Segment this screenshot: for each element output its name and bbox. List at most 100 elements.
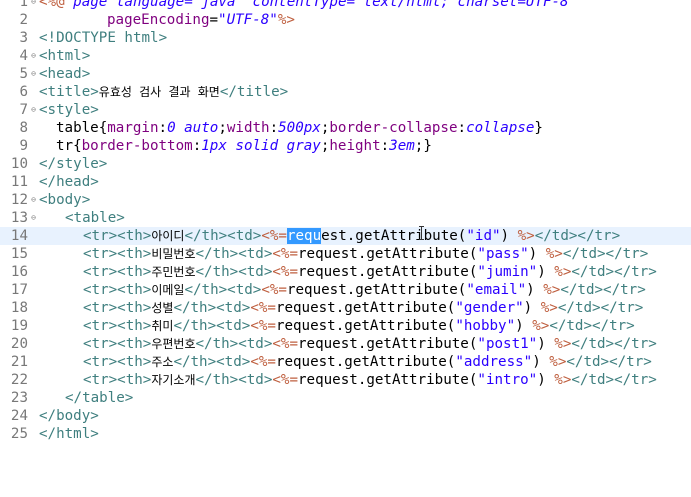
code-line-current[interactable]: 14 <tr><th>아이디</th><td><%=request.getAtt… [0, 227, 691, 245]
colon: : [457, 120, 467, 136]
fold-collapse-icon[interactable]: ⊖ [31, 106, 36, 114]
method-call: .getAttribute( [357, 264, 478, 280]
code-line[interactable]: 20 <tr><th>우편번호</th><td><%=request.getAt… [0, 335, 691, 353]
html-tag: </body> [39, 408, 99, 424]
line-number: 6 [19, 84, 28, 100]
brace: { [98, 120, 108, 136]
code-line[interactable]: 19 <tr><th>취미</th><td><%=request.getAttr… [0, 317, 691, 335]
colon: : [158, 120, 168, 136]
jsp-expression-open: <%= [272, 246, 299, 262]
fold-collapse-icon[interactable]: ⊖ [31, 0, 36, 6]
code-line[interactable]: 1 ⊖ <%@ page language="java" contentType=… [0, 0, 691, 11]
html-tag: <tr><th> [83, 354, 152, 370]
code-line[interactable]: 24 </body> [0, 407, 691, 425]
html-tag: </html> [39, 426, 99, 442]
code-line[interactable]: 21 <tr><th>주소</th><td><%=request.getAttr… [0, 353, 691, 371]
line-number: 23 [10, 390, 28, 406]
line-number: 9 [19, 138, 28, 154]
html-tag: <title> [39, 84, 99, 100]
fold-collapse-icon[interactable]: ⊖ [31, 52, 36, 60]
row-label: 주민번호 [151, 265, 196, 279]
html-tag: <tr><th> [83, 282, 152, 298]
code-line[interactable]: 16 <tr><th>주민번호</th><td><%=request.getAt… [0, 263, 691, 281]
code-line[interactable]: 3 <!DOCTYPE html> [0, 29, 691, 47]
string-literal: "id" [466, 228, 501, 244]
selected-text[interactable]: requ [286, 228, 322, 244]
jsp-directive-open: <%@ [39, 0, 74, 10]
code-line[interactable]: 5 ⊖ <head> [0, 65, 691, 83]
row-label: 주소 [151, 355, 174, 369]
fold-collapse-icon[interactable]: ⊖ [31, 70, 36, 78]
jsp-expression-open: <%= [250, 354, 276, 370]
code-line[interactable]: 6 <title>유효성 검사 결과 화면</title> [0, 83, 691, 101]
css-value: 3em [389, 138, 415, 154]
html-tag: <tr><th> [83, 246, 152, 262]
css-value: collapse [466, 120, 535, 136]
brace: { [73, 138, 82, 154]
paren: ) [515, 318, 524, 334]
line-number: 4 [19, 48, 28, 64]
request-identifier: request [298, 264, 358, 280]
html-tag: <tr><th> [83, 300, 152, 316]
css-value: 1px solid gray [201, 138, 321, 154]
paren: ) [500, 228, 510, 244]
method-call: .getAttribute( [335, 354, 456, 370]
request-identifier: request [275, 354, 336, 370]
html-tag: </th><td> [173, 300, 251, 316]
jsp-expression-open: <%= [250, 300, 276, 316]
code-line[interactable]: 4 ⊖ <html> [0, 47, 691, 65]
code-line[interactable]: 23 </table> [0, 389, 691, 407]
jsp-expression-close: %> [540, 300, 558, 316]
code-line[interactable]: 8 table{margin:0 auto;width:500px;border… [0, 119, 691, 137]
line-number: 3 [19, 30, 28, 46]
jsp-expression-close: %> [554, 264, 572, 280]
code-line[interactable]: 25 </html> [0, 425, 691, 443]
line-number: 12 [10, 192, 28, 208]
html-tag: </table> [65, 390, 134, 406]
jsp-expression-open: <%= [272, 264, 299, 280]
jsp-expression-open: <%= [250, 318, 276, 334]
jsp-expression-close: %> [549, 354, 567, 370]
string-literal: "gender" [455, 300, 524, 316]
html-tag: </td></tr> [571, 372, 657, 388]
code-line[interactable]: 10 </style> [0, 155, 691, 173]
code-editor[interactable]: 1 ⊖ <%@ page language="java" contentType=… [0, 0, 691, 443]
doctype: <!DOCTYPE html> [39, 30, 168, 46]
code-line[interactable]: 7 ⊖ <style> [0, 101, 691, 119]
semicolon: ; [218, 120, 227, 136]
html-tag: <tr><th> [83, 336, 152, 352]
html-tag: </td></tr> [566, 354, 652, 370]
html-tag: <head> [39, 66, 91, 82]
html-tag: </td></tr> [549, 318, 635, 334]
code-line[interactable]: 9 tr{border-bottom:1px solid gray;height… [0, 137, 691, 155]
code-line[interactable]: 13 ⊖ <table> [0, 209, 691, 227]
code-line[interactable]: 18 <tr><th>성별</th><td><%=request.getAttr… [0, 299, 691, 317]
html-tag: </style> [39, 156, 108, 172]
code-line[interactable]: 12 ⊖ <body> [0, 191, 691, 209]
css-property: border-collapse [329, 120, 458, 136]
colon: : [192, 138, 202, 154]
code-line[interactable]: 2 pageEncoding="UTF-8"%> [0, 11, 691, 29]
jsp-directive-close: %> [277, 12, 295, 28]
method-call: .getAttribute( [357, 336, 478, 352]
row-label: 아이디 [151, 229, 185, 243]
row-label: 자기소개 [151, 373, 196, 387]
html-tag: </td></tr> [562, 246, 649, 262]
line-number: 5 [19, 66, 28, 82]
fold-collapse-icon[interactable]: ⊖ [31, 214, 36, 222]
line-number: 25 [10, 426, 28, 442]
code-line[interactable]: 22 <tr><th>자기소개</th><td><%=request.getAt… [0, 371, 691, 389]
css-property: border-bottom [81, 138, 193, 154]
method-call: .getAttribute( [335, 300, 456, 316]
line-number: 20 [10, 336, 28, 352]
line-number: 17 [10, 282, 28, 298]
line-number: 13 [10, 210, 28, 226]
html-tag: </th><td> [195, 246, 273, 262]
code-line[interactable]: 17 <tr><th>이메일</th><td><%=request.getAtt… [0, 281, 691, 299]
code-line[interactable]: 11 </head> [0, 173, 691, 191]
fold-collapse-icon[interactable]: ⊖ [31, 196, 36, 204]
attr-name: pageEncoding [107, 12, 210, 28]
code-line[interactable]: 15 <tr><th>비밀번호</th><td><%=request.getAt… [0, 245, 691, 263]
colon: : [269, 120, 279, 136]
string-literal: "address" [455, 354, 533, 370]
